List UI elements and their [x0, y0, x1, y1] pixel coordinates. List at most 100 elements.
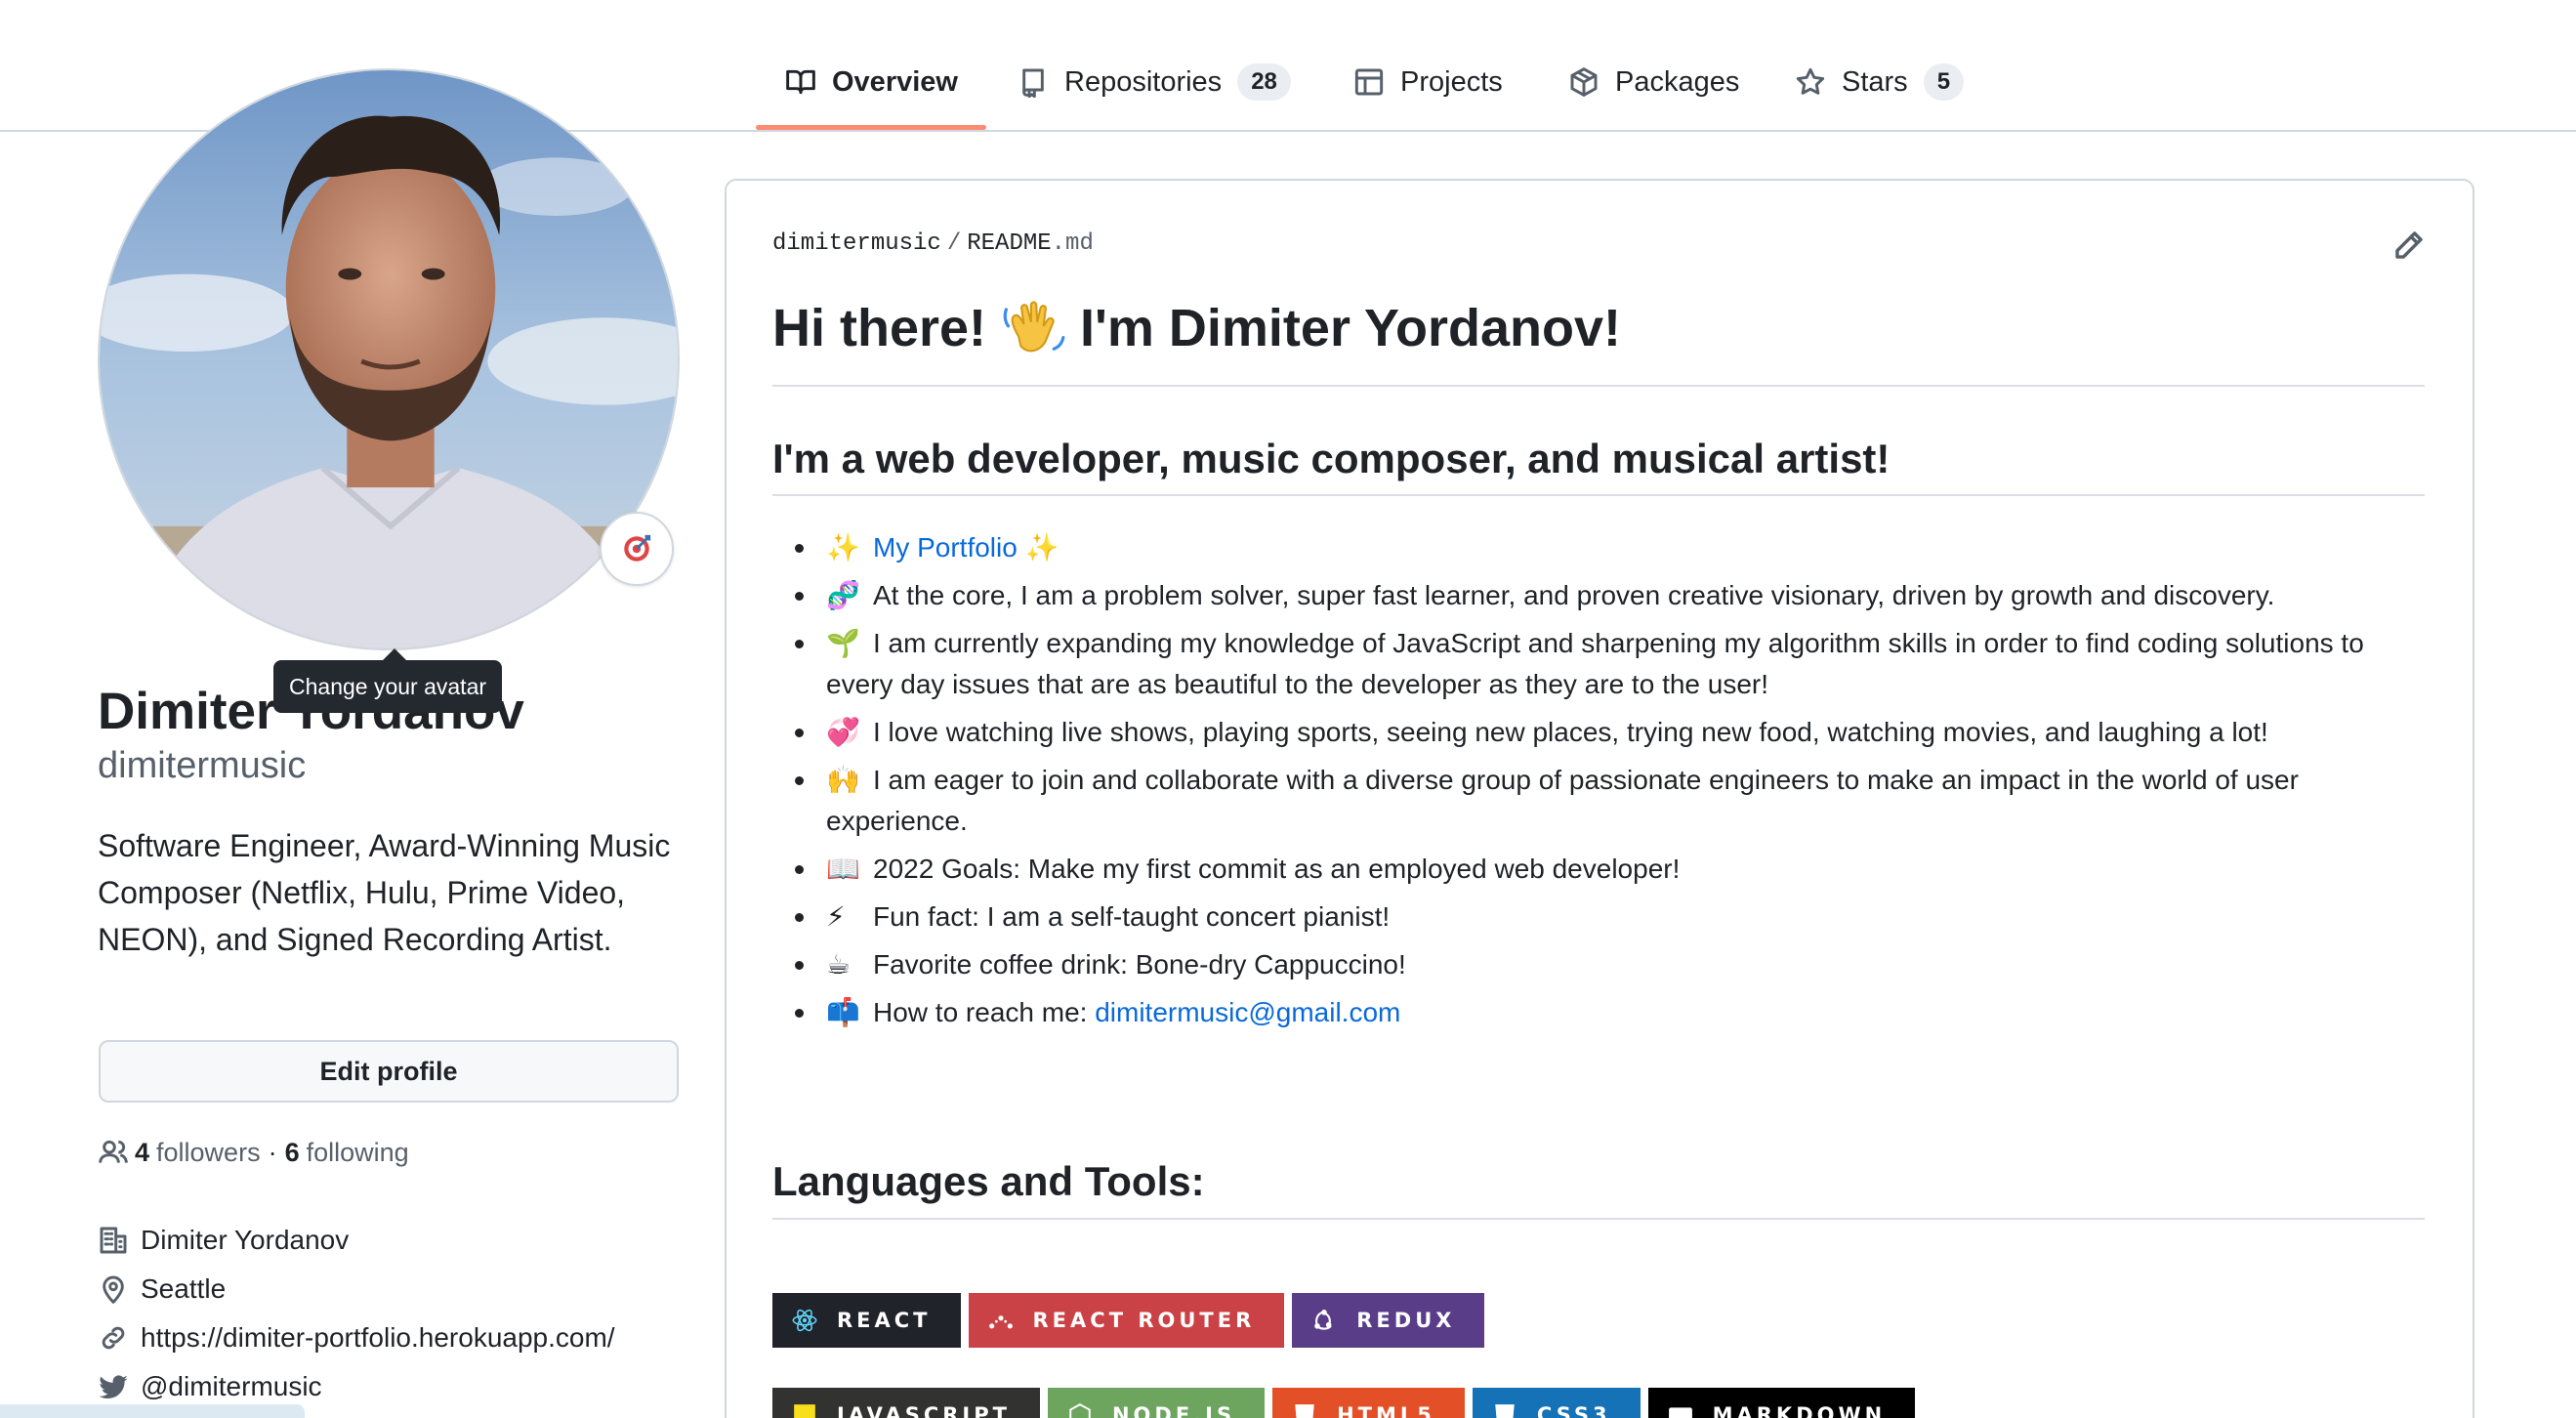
- profile-bio: Software Engineer, Award-Winning Music C…: [98, 828, 671, 957]
- badges-row-1: REACT REACT ROUTER REDUX: [772, 1293, 1485, 1348]
- readme-bullet-list: ✨ My Portfolio ✨ 🧬 At the core, I am a pro…: [793, 527, 2433, 1040]
- readme-heading: Hi there! I'm Dimiter Yordanov!: [772, 295, 1621, 361]
- list-item-text: I am eager to join and collaborate with …: [826, 765, 2299, 836]
- readme-owner[interactable]: dimitermusic: [772, 230, 941, 257]
- list-item-text: I love watching live shows, playing spor…: [873, 717, 2268, 747]
- readme-breadcrumb: dimitermusic / README.md: [772, 230, 1094, 257]
- tab-projects[interactable]: Projects: [1353, 57, 1503, 107]
- dart-icon: [624, 534, 651, 562]
- list-item-text: How to reach me:: [873, 997, 1096, 1027]
- readme-heading-part1: Hi there!: [772, 299, 987, 357]
- following-label: following: [306, 1137, 409, 1167]
- seedling-icon: 🌱: [826, 627, 860, 659]
- list-item: 🙌 I am eager to join and collaborate with…: [793, 760, 2433, 842]
- location-item: Seattle: [98, 1265, 615, 1314]
- html5-badge[interactable]: HTML5: [1272, 1388, 1465, 1418]
- tab-label: Projects: [1400, 65, 1503, 98]
- markdown-icon: [1666, 1400, 1695, 1418]
- list-item-text: Fun fact: I am a self-taught concert pia…: [873, 901, 1391, 932]
- avatar-photo: [100, 70, 678, 648]
- react-router-icon: [986, 1306, 1016, 1335]
- markdown-badge[interactable]: MARKDOWN: [1647, 1388, 1916, 1418]
- languages-divider: [772, 1218, 2425, 1220]
- tab-label: Packages: [1615, 65, 1740, 98]
- avatar[interactable]: [98, 68, 680, 650]
- tab-label: Overview: [832, 65, 958, 98]
- follow-separator: ·: [268, 1137, 277, 1167]
- tab-packages[interactable]: Packages: [1568, 57, 1739, 107]
- badge-label: HTML5: [1337, 1403, 1435, 1418]
- mailbox-icon: 📫: [826, 996, 860, 1028]
- repositories-counter: 28: [1237, 63, 1291, 101]
- tab-label: Stars: [1842, 65, 1908, 98]
- languages-heading: Languages and Tools:: [772, 1158, 1205, 1204]
- website-item: https://dimiter-portfolio.herokuapp.com/: [98, 1314, 615, 1362]
- list-item: ☕ Favorite coffee drink: Bone-dry Cappucc…: [793, 944, 2433, 985]
- tab-label: Repositories: [1064, 65, 1223, 98]
- tab-stars[interactable]: Stars 5: [1795, 57, 1965, 107]
- portfolio-link[interactable]: My Portfolio: [873, 532, 1018, 563]
- list-item-text: Favorite coffee drink: Bone-dry Cappucci…: [873, 949, 1406, 980]
- javascript-icon: [790, 1400, 819, 1418]
- organization-name: Dimiter Yordanov: [141, 1225, 350, 1255]
- redux-badge[interactable]: REDUX: [1292, 1293, 1485, 1348]
- active-tab-underline: [756, 125, 986, 130]
- raised-hands-icon: 🙌: [826, 764, 860, 796]
- people-icon: [99, 1140, 128, 1163]
- list-item: 🌱 I am currently expanding my knowledge o…: [793, 623, 2433, 705]
- badge-label: REDUX: [1356, 1309, 1456, 1332]
- link-icon: [102, 1326, 125, 1350]
- twitter-link[interactable]: @dimitermusic: [141, 1371, 322, 1402]
- html5-icon: [1290, 1400, 1319, 1418]
- list-item-text: At the core, I am a problem solver, supe…: [873, 580, 2275, 610]
- list-item: 💞 I love watching live shows, playing spo…: [793, 712, 2433, 753]
- pencil-icon[interactable]: [2392, 229, 2426, 262]
- bottom-scroll-indicator: [0, 1404, 305, 1418]
- stars-counter: 5: [1923, 63, 1965, 101]
- css3-badge[interactable]: CSS3: [1472, 1388, 1641, 1418]
- location-text: Seattle: [141, 1273, 227, 1304]
- coffee-icon: ☕: [826, 948, 852, 980]
- badge-label: JAVASCRIPT: [837, 1403, 1011, 1418]
- organization-icon: [100, 1227, 127, 1254]
- react-badge[interactable]: REACT: [772, 1293, 961, 1348]
- following-link[interactable]: 6 following: [285, 1138, 409, 1168]
- readme-filename[interactable]: README: [967, 230, 1051, 257]
- tab-repositories[interactable]: Repositories 28: [1018, 57, 1291, 107]
- repo-icon: [1022, 68, 1044, 98]
- list-item: ⚡ Fun fact: I am a self-taught concert pi…: [793, 897, 2433, 938]
- heading-divider: [772, 385, 2425, 387]
- list-item-text: 2022 Goals: Make my first commit as an e…: [873, 854, 1681, 884]
- followers-count: 4: [135, 1137, 150, 1167]
- list-item-suffix: ✨: [1017, 532, 1059, 563]
- website-link[interactable]: https://dimiter-portfolio.herokuapp.com/: [141, 1322, 615, 1354]
- list-item-text: I am currently expanding my knowledge of…: [826, 628, 2364, 699]
- open-book-icon: 📖: [826, 853, 860, 885]
- dna-icon: 🧬: [826, 579, 860, 611]
- package-icon: [1570, 67, 1598, 97]
- tab-overview[interactable]: Overview: [785, 57, 958, 107]
- badge-label: MARKDOWN: [1712, 1403, 1887, 1418]
- waving-hand-icon: [1003, 301, 1065, 353]
- table-icon: [1354, 68, 1384, 96]
- list-item: ✨ My Portfolio ✨: [793, 527, 2433, 568]
- followers-label: followers: [156, 1137, 261, 1167]
- organization-item: Dimiter Yordanov: [98, 1216, 615, 1265]
- badge-label: NODE.JS: [1111, 1403, 1236, 1418]
- react-router-badge[interactable]: REACT ROUTER: [968, 1293, 1285, 1348]
- email-link[interactable]: dimitermusic@gmail.com: [1095, 997, 1400, 1027]
- profile-username: dimitermusic: [98, 745, 307, 786]
- book-icon: [786, 69, 815, 95]
- javascript-badge[interactable]: JAVASCRIPT: [772, 1388, 1040, 1418]
- avatar-tooltip: Change your avatar: [273, 648, 503, 713]
- edit-profile-button[interactable]: Edit profile: [99, 1040, 679, 1103]
- followers-link[interactable]: 4 followers: [135, 1138, 261, 1168]
- twitter-icon: [99, 1375, 128, 1399]
- set-status-button[interactable]: [600, 512, 674, 586]
- readme-heading-part2: I'm Dimiter Yordanov!: [1080, 299, 1621, 357]
- readme-subheading: I'm a web developer, music composer, and…: [772, 436, 1890, 481]
- list-item: 📖 2022 Goals: Make my first commit as an …: [793, 849, 2433, 890]
- sparkles-icon: ✨: [826, 531, 860, 563]
- readme-extension: .md: [1051, 230, 1094, 257]
- nodejs-badge[interactable]: NODE.JS: [1047, 1388, 1266, 1418]
